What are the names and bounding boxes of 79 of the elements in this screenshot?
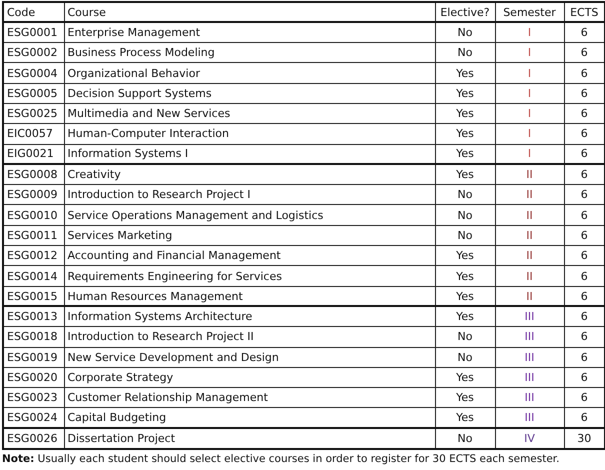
- elective-cell: Yes: [435, 62, 495, 84]
- column-header: Course: [64, 2, 435, 22]
- semester-cell: I: [495, 124, 564, 144]
- course-cell: Accounting and Financial Management: [64, 246, 435, 266]
- code-cell: ESG0009: [3, 184, 64, 205]
- semester-cell: III: [495, 347, 564, 368]
- code-cell: ESG0019: [3, 347, 64, 368]
- code-cell: ESG0013: [3, 306, 64, 327]
- semester-cell: I: [495, 103, 564, 124]
- semester-cell: IV: [495, 428, 564, 449]
- code-cell: ESG0018: [3, 326, 64, 348]
- course-cell: Service Operations Management and Logistics: [64, 204, 435, 226]
- semester-cell: I: [495, 42, 564, 63]
- ects-cell: 6: [564, 164, 605, 185]
- semester-cell: II: [495, 204, 564, 226]
- elective-cell: Yes: [435, 367, 495, 388]
- course-cell: Decision Support Systems: [64, 83, 435, 104]
- elective-cell: Yes: [435, 124, 495, 144]
- semester-cell: II: [495, 266, 564, 286]
- course-cell: Customer Relationship Management: [64, 388, 435, 408]
- code-cell: ESG0023: [3, 388, 64, 408]
- course-cell: Services Marketing: [64, 225, 435, 246]
- elective-cell: No: [435, 326, 495, 348]
- column-header: Code: [3, 2, 64, 22]
- elective-cell: Yes: [435, 103, 495, 124]
- semester-cell: III: [495, 367, 564, 388]
- semester-cell: III: [495, 388, 564, 408]
- course-cell: Introduction to Research Project I: [64, 184, 435, 205]
- code-cell: ESG0020: [3, 367, 64, 388]
- course-cell: Organizational Behavior: [64, 62, 435, 84]
- code-cell: ESG0011: [3, 225, 64, 246]
- elective-cell: No: [435, 225, 495, 246]
- elective-cell: No: [435, 22, 495, 43]
- column-header: Semester: [495, 2, 564, 22]
- ects-cell: 6: [564, 306, 605, 327]
- semester-cell: III: [495, 306, 564, 327]
- course-cell: Requirements Engineering for Services: [64, 266, 435, 286]
- course-cell: Corporate Strategy: [64, 367, 435, 388]
- course-cell: Creativity: [64, 164, 435, 185]
- code-cell: ESG0010: [3, 204, 64, 226]
- code-cell: ESG0014: [3, 266, 64, 286]
- course-cell: Business Process Modeling: [64, 42, 435, 63]
- code-cell: ESG0012: [3, 246, 64, 266]
- elective-cell: No: [435, 184, 495, 205]
- footnote: Note: Usually each student should select elective courses in order to register for 30 ECTS each semester.: [2, 452, 560, 467]
- elective-cell: Yes: [435, 83, 495, 104]
- elective-cell: No: [435, 347, 495, 368]
- semester-cell: II: [495, 184, 564, 205]
- code-cell: ESG0001: [3, 22, 64, 43]
- semester-cell: II: [495, 225, 564, 246]
- code-cell: ESG0004: [3, 62, 64, 84]
- elective-cell: No: [435, 204, 495, 226]
- semester-cell: II: [495, 164, 564, 185]
- course-cell: New Service Development and Design: [64, 347, 435, 368]
- course-cell: Multimedia and New Services: [64, 103, 435, 124]
- semester-cell: II: [495, 246, 564, 266]
- elective-cell: Yes: [435, 164, 495, 185]
- course-cell: Dissertation Project: [64, 428, 435, 449]
- elective-cell: Yes: [435, 246, 495, 266]
- semester-cell: III: [495, 326, 564, 348]
- code-cell: ESG0025: [3, 103, 64, 124]
- elective-cell: Yes: [435, 388, 495, 408]
- code-cell: ESG0008: [3, 164, 64, 185]
- elective-cell: No: [435, 428, 495, 449]
- course-cell: Enterprise Management: [64, 22, 435, 43]
- course-cell: Introduction to Research Project II: [64, 326, 435, 348]
- column-header: Elective?: [435, 2, 495, 22]
- course-cell: Human-Computer Interaction: [64, 124, 435, 144]
- code-cell: ESG0005: [3, 83, 64, 104]
- code-cell: ESG0002: [3, 42, 64, 63]
- code-cell: EIC0057: [3, 124, 64, 144]
- semester-cell: I: [495, 22, 564, 43]
- semester-cell: I: [495, 83, 564, 104]
- elective-cell: Yes: [435, 306, 495, 327]
- course-cell: Information Systems Architecture: [64, 306, 435, 327]
- elective-cell: No: [435, 42, 495, 63]
- semester-cell: I: [495, 62, 564, 84]
- code-cell: ESG0026: [3, 428, 64, 449]
- elective-cell: Yes: [435, 266, 495, 286]
